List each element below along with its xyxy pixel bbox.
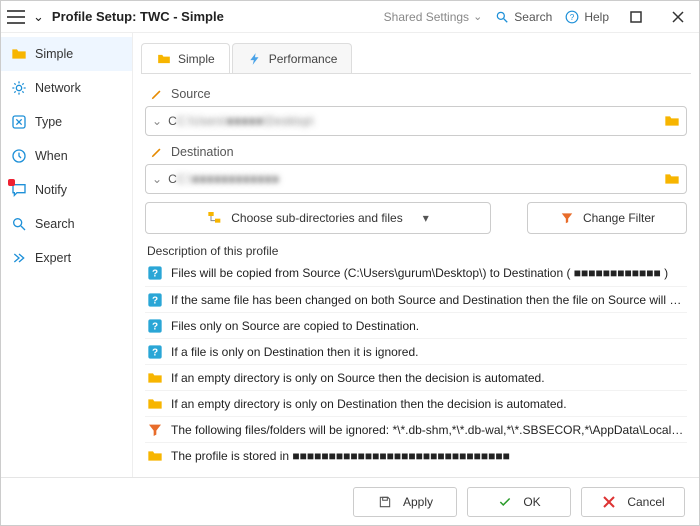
maximize-button[interactable] [621,5,651,29]
description-item: ? If a file is only on Destination then i… [145,338,687,364]
tab-performance[interactable]: Performance [232,43,353,73]
gear-icon [11,80,27,96]
source-path-input[interactable]: ⌄ CC:\Users\■■■■■\Desktop\ [145,106,687,136]
description-text: Files only on Source are copied to Desti… [171,319,419,333]
sidebar: Simple Network Type When Notify [1,33,133,477]
tab-simple[interactable]: Simple [141,43,230,73]
source-path-value: CC:\Users\■■■■■\Desktop\ [168,114,664,128]
save-icon [377,494,393,510]
question-icon: ? [147,265,163,281]
tree-icon [207,210,223,226]
search-icon [11,216,27,232]
pencil-icon [149,86,165,102]
window-title: Profile Setup: TWC - Simple [52,9,224,24]
chat-icon [11,182,27,198]
description-list: ? Files will be copied from Source (C:\Us… [145,260,687,468]
close-button[interactable] [663,5,693,29]
chevron-down-icon[interactable]: ⌄ [33,9,44,25]
chevron-down-icon: ⌄ [473,10,482,23]
menu-icon[interactable] [7,10,25,24]
svg-text:?: ? [152,268,158,279]
description-item: If an empty directory is only on Source … [145,364,687,390]
question-icon: ? [147,318,163,334]
apply-button[interactable]: Apply [353,487,457,517]
lightning-icon [247,51,263,67]
shared-settings-menu[interactable]: Shared Settings⌄ [384,10,483,24]
question-icon: ? [147,344,163,360]
sidebar-item-type[interactable]: Type [1,105,132,139]
help-button[interactable]: ? Help [564,9,609,25]
pencil-icon [149,144,165,160]
description-item: If an empty directory is only on Destina… [145,390,687,416]
folder-icon[interactable] [664,171,680,187]
destination-path-value: CC:\■■■■■■■■■■■■ [168,172,664,186]
description-item: ? Files will be copied from Source (C:\Us… [145,260,687,286]
description-text: The following files/folders will be igno… [171,423,685,437]
chevron-down-icon: ⌄ [152,114,162,128]
check-icon [497,494,513,510]
destination-label: Destination [149,144,687,160]
sidebar-item-expert[interactable]: Expert [1,241,132,275]
funnel-icon [559,210,575,226]
svg-text:?: ? [152,347,158,358]
ok-button[interactable]: OK [467,487,571,517]
folder-icon [147,396,163,412]
source-label: Source [149,86,687,102]
folder-icon[interactable] [664,113,680,129]
question-icon: ? [147,292,163,308]
type-icon [11,114,27,130]
description-text: If an empty directory is only on Destina… [171,397,567,411]
description-item: The profile is stored in ■■■■■■■■■■■■■■■… [145,442,687,468]
sidebar-item-network[interactable]: Network [1,71,132,105]
destination-path-input[interactable]: ⌄ CC:\■■■■■■■■■■■■ [145,164,687,194]
choose-subdirs-button[interactable]: Choose sub-directories and files ▾ [145,202,491,234]
svg-text:?: ? [570,12,575,21]
caret-down-icon: ▾ [423,211,429,225]
cancel-button[interactable]: Cancel [581,487,685,517]
titlebar: ⌄ Profile Setup: TWC - Simple Shared Set… [1,1,699,33]
description-item: ? If the same file has been changed on bo… [145,286,687,312]
sidebar-item-when[interactable]: When [1,139,132,173]
description-text: If an empty directory is only on Source … [171,371,545,385]
description-text: If the same file has been changed on bot… [171,293,685,307]
funnel-icon [147,422,163,438]
help-icon: ? [564,9,580,25]
change-filter-button[interactable]: Change Filter [527,202,687,234]
search-icon [494,9,510,25]
close-icon [601,494,617,510]
tabs: Simple Performance [133,33,699,73]
content-pane: Source ⌄ CC:\Users\■■■■■\Desktop\ Destin… [133,74,699,477]
sidebar-item-simple[interactable]: Simple [1,37,132,71]
chevron-down-icon: ⌄ [152,172,162,186]
description-item: The following files/folders will be igno… [145,416,687,442]
description-heading: Description of this profile [147,244,687,258]
description-text: If a file is only on Destination then it… [171,345,418,359]
search-button[interactable]: Search [494,9,552,25]
description-text: Files will be copied from Source (C:\Use… [171,266,668,280]
svg-text:?: ? [152,295,158,306]
folder-icon [147,448,163,464]
sidebar-item-search[interactable]: Search [1,207,132,241]
folder-icon [11,46,27,62]
folder-icon [147,370,163,386]
folder-icon [156,51,172,67]
description-text: The profile is stored in ■■■■■■■■■■■■■■■… [171,449,510,463]
footer: Apply OK Cancel [1,477,699,525]
svg-text:?: ? [152,321,158,332]
description-item: ? Files only on Source are copied to Dest… [145,312,687,338]
sidebar-item-notify[interactable]: Notify [1,173,132,207]
double-chevron-icon [11,250,27,266]
clock-icon [11,148,27,164]
